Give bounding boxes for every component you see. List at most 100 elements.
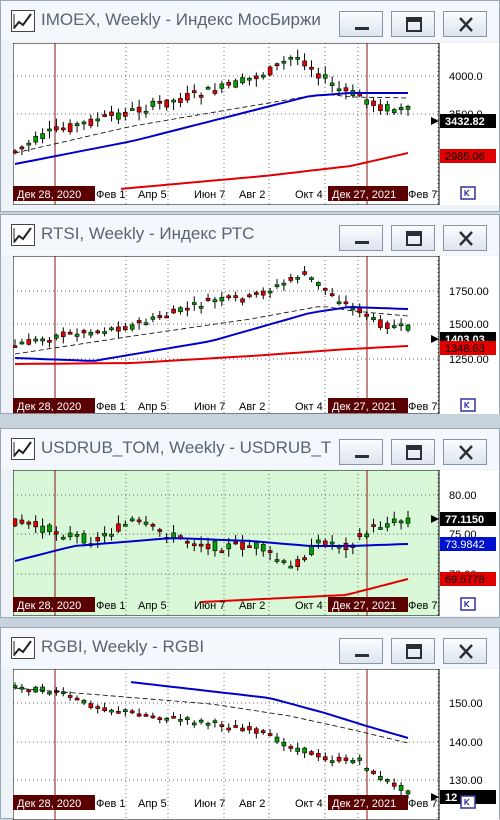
close-button[interactable]: [443, 11, 487, 37]
candle-body: [405, 517, 411, 524]
price-label: 1250.00: [449, 354, 489, 366]
maximize-button[interactable]: [391, 638, 435, 664]
maximize-button[interactable]: [391, 11, 435, 37]
candle-body: [40, 133, 45, 139]
candle-body: [123, 523, 128, 527]
candle-body: [157, 529, 163, 532]
candle-body: [164, 99, 169, 108]
candle-body: [136, 320, 142, 324]
maximize-button[interactable]: [391, 225, 435, 251]
title-bar[interactable]: IMOEX, Weekly - Индекс МосБиржи: [1, 1, 499, 41]
maximize-button[interactable]: [391, 439, 435, 465]
candle-body: [88, 118, 94, 126]
candle-body: [116, 523, 121, 532]
candle-body: [109, 534, 114, 537]
candle-body: [116, 326, 121, 332]
candle-body: [88, 331, 94, 336]
candle-body: [212, 720, 218, 723]
candle-body: [309, 751, 314, 755]
candle-body: [40, 686, 45, 692]
chart-canvas[interactable]: 150.00 140.00 130.00 12 Дек 28, 2020 Фев 1 Апр…: [13, 669, 500, 820]
price-label: 2985.06: [445, 151, 485, 163]
candle-body: [33, 135, 38, 143]
chart-window[interactable]: IMOEX, Weekly - Индекс МосБиржи4000.0350…: [0, 0, 500, 212]
date-label: Июн 7: [194, 401, 225, 413]
candle-body: [378, 104, 383, 111]
date-label: Авг 2: [239, 798, 265, 810]
chart-window[interactable]: RTSI, Weekly - Индекс РТС 1750.00 1500.00 1…: [0, 214, 500, 414]
title-bar[interactable]: RGBI, Weekly - RGBI: [1, 628, 499, 668]
candle-body: [13, 685, 18, 689]
window-title: RGBI, Weekly - RGBI: [41, 637, 205, 656]
candle-body: [226, 727, 232, 731]
candle-body: [288, 277, 294, 281]
candle-body: [123, 709, 128, 713]
price-label: 77.1150: [445, 514, 484, 526]
scroll-end-button[interactable]: [460, 398, 476, 412]
date-label: Июн 7: [194, 600, 225, 612]
price-label: 12: [445, 792, 457, 804]
candle-body: [205, 86, 211, 90]
window-title: RTSI, Weekly - Индекс РТС: [41, 224, 255, 243]
candle-body: [102, 114, 107, 117]
title-bar[interactable]: USDRUB_TOM, Weekly - USDRUB_TOM: [1, 429, 499, 469]
scroll-end-button[interactable]: [460, 795, 476, 809]
candle-body: [316, 539, 321, 544]
candle-body: [185, 540, 190, 544]
candle-body: [136, 713, 142, 717]
chart-canvas[interactable]: 1750.001500.001403.031348.631250.00Дек 2…: [13, 256, 500, 414]
candle-body: [109, 327, 114, 331]
candle-body: [391, 518, 397, 524]
candle-body: [267, 66, 273, 76]
date-label: Апр 5: [138, 189, 167, 201]
candle-body: [260, 544, 266, 552]
candle-body: [212, 90, 218, 94]
candle-body: [295, 747, 300, 752]
candle-body: [13, 518, 18, 527]
candle-body: [136, 519, 142, 523]
candle-body: [302, 60, 307, 67]
candle-body: [129, 108, 135, 111]
window-title: USDRUB_TOM, Weekly - USDRUB_TOM: [41, 438, 331, 457]
date-label: Фев 7: [408, 798, 438, 810]
candle-body: [150, 715, 156, 719]
candle-body: [191, 90, 197, 93]
candle-body: [157, 717, 163, 721]
candle-body: [398, 520, 404, 524]
minimize-button[interactable]: [339, 439, 383, 465]
minimize-button[interactable]: [339, 638, 383, 664]
close-button[interactable]: [443, 439, 487, 465]
candle-body: [336, 756, 342, 762]
chart-window[interactable]: USDRUB_TOM, Weekly - USDRUB_TOM 80.00 77.1…: [0, 428, 500, 618]
scroll-end-button[interactable]: [460, 186, 476, 200]
price-label: 1500.00: [449, 319, 489, 331]
date-label: Фев 7: [408, 189, 438, 201]
minimize-button[interactable]: [339, 11, 383, 37]
candle-body: [143, 110, 149, 114]
chart-canvas[interactable]: 80.0077.115075.0073.984270.0069.5778Дек …: [13, 470, 500, 616]
candle-body: [240, 727, 245, 732]
minimize-button[interactable]: [339, 225, 383, 251]
candle-body: [288, 565, 294, 569]
candle-body: [254, 292, 259, 295]
title-bar[interactable]: RTSI, Weekly - Индекс РТС: [1, 215, 499, 255]
chart-canvas[interactable]: 4000.03500.03432.822985.06Дек 28, 2020Фе…: [13, 43, 500, 205]
candle-body: [116, 710, 121, 714]
price-label: 130.00: [449, 775, 483, 787]
close-button[interactable]: [443, 225, 487, 251]
candle-body: [378, 776, 383, 781]
price-label: 73.9842: [445, 539, 485, 551]
candle-body: [309, 66, 314, 70]
scroll-end-button[interactable]: [460, 597, 476, 611]
candle-body: [391, 109, 397, 114]
candle-body: [33, 521, 38, 528]
candle-body: [171, 532, 176, 538]
chart-window[interactable]: RGBI, Weekly - RGBI 150.00 140.00 130.00 12 Д…: [0, 627, 500, 820]
close-button[interactable]: [443, 638, 487, 664]
candle-body: [281, 60, 287, 64]
date-label: Апр 5: [138, 798, 167, 810]
candle-body: [26, 339, 32, 345]
candle-body: [378, 527, 383, 530]
price-label: 140.00: [449, 737, 483, 749]
candle-body: [157, 315, 163, 318]
